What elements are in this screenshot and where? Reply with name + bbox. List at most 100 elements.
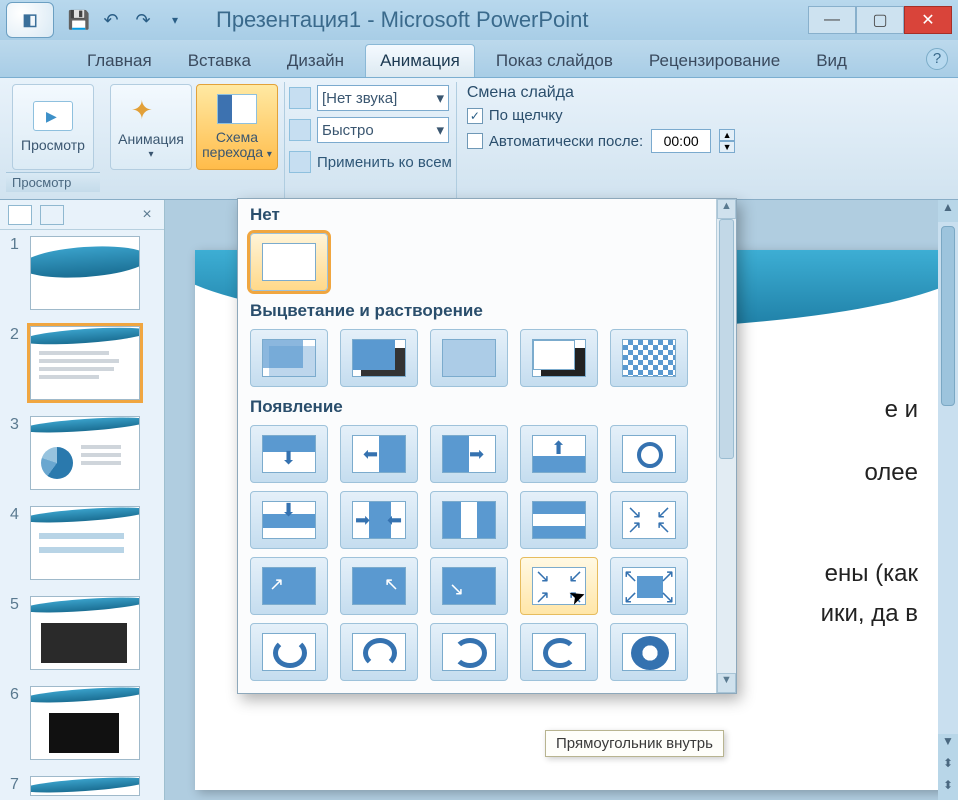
transition-item[interactable]: ⬇ <box>250 425 328 483</box>
thumb-number: 4 <box>10 506 22 524</box>
thumb-number: 7 <box>10 776 22 794</box>
workspace: × 1 2 3 4 5 6 <box>0 200 958 800</box>
tab-animation[interactable]: Анимация <box>365 44 475 77</box>
sound-combo[interactable]: [Нет звука] <box>317 85 449 111</box>
transition-item[interactable] <box>250 623 328 681</box>
slide-thumbnail[interactable] <box>30 326 140 400</box>
slide-thumbnail[interactable] <box>30 776 140 796</box>
transition-item[interactable]: ↘↙↗↖ <box>610 491 688 549</box>
qat-dropdown-icon[interactable]: ▾ <box>164 9 186 31</box>
transition-item[interactable]: ⬆ <box>520 425 598 483</box>
transition-item[interactable]: ↖↗↙↘ <box>610 557 688 615</box>
gallery-category: Выцветание и растворение <box>238 295 736 325</box>
undo-icon[interactable]: ↶ <box>100 9 122 31</box>
office-button[interactable]: ◧ <box>6 2 54 38</box>
transition-item[interactable]: ↘ <box>430 557 508 615</box>
transition-box-in[interactable]: ↘↙↗↖ ➤ <box>520 557 598 615</box>
transition-item[interactable] <box>520 329 598 387</box>
thumbnails: 1 2 3 4 5 6 <box>0 230 164 800</box>
tab-home[interactable]: Главная <box>72 44 167 77</box>
minimize-button[interactable]: — <box>808 6 856 34</box>
transition-item[interactable] <box>430 329 508 387</box>
tooltip: Прямоугольник внутрь <box>545 730 724 757</box>
transition-item[interactable] <box>610 623 688 681</box>
ribbon-tabs: Главная Вставка Дизайн Анимация Показ сл… <box>0 40 958 78</box>
time-spinner[interactable]: ▲▼ <box>719 129 735 153</box>
preview-group-label: Просмотр <box>6 172 100 192</box>
thumb-number: 6 <box>10 686 22 704</box>
slide-panel: × 1 2 3 4 5 6 <box>0 200 165 800</box>
slide-thumbnail[interactable] <box>30 686 140 760</box>
auto-after-checkbox[interactable]: Автоматически после: <box>467 133 643 150</box>
gallery-category: Появление <box>238 391 736 421</box>
transition-scheme-button[interactable]: Схемаперехода ▾ <box>196 84 278 170</box>
slides-tab-icon[interactable] <box>8 205 32 225</box>
transition-item[interactable]: ↗ <box>250 557 328 615</box>
transition-item[interactable]: ➡ <box>430 425 508 483</box>
transition-item[interactable]: ⬇ <box>250 491 328 549</box>
speed-combo[interactable]: Быстро <box>317 117 449 143</box>
checkbox-icon: ✓ <box>467 108 483 124</box>
slide-thumbnail[interactable] <box>30 596 140 670</box>
vertical-scrollbar[interactable]: ▲ ▼ ⬍ ⬍ <box>938 200 958 800</box>
transition-item[interactable] <box>430 623 508 681</box>
maximize-button[interactable]: ▢ <box>856 6 904 34</box>
animation-button[interactable]: ✦ Анимация ▾ <box>110 84 192 170</box>
apply-all-icon[interactable] <box>289 151 311 173</box>
transition-item[interactable] <box>520 491 598 549</box>
panel-close-icon[interactable]: × <box>138 206 156 224</box>
thumb-number: 1 <box>10 236 22 254</box>
transition-item[interactable] <box>610 329 688 387</box>
on-click-checkbox[interactable]: ✓ По щелчку <box>467 107 735 124</box>
transition-item[interactable] <box>340 329 418 387</box>
transition-item[interactable]: ↖ <box>340 557 418 615</box>
slide-thumbnail[interactable] <box>30 236 140 310</box>
help-icon[interactable]: ? <box>926 48 948 70</box>
preview-label: Просмотр <box>21 137 85 153</box>
transition-item[interactable] <box>520 623 598 681</box>
titlebar: ◧ 💾 ↶ ↷ ▾ Презентация1 - Microsoft Power… <box>0 0 958 40</box>
redo-icon[interactable]: ↷ <box>132 9 154 31</box>
window-controls: — ▢ ✕ <box>808 6 952 34</box>
preview-icon: ▶ <box>33 101 73 131</box>
thumb-number: 3 <box>10 416 22 434</box>
close-button[interactable]: ✕ <box>904 6 952 34</box>
thumb-number: 2 <box>10 326 22 344</box>
transition-icon <box>217 94 257 124</box>
animation-star-icon: ✦ <box>131 95 171 125</box>
transition-item[interactable]: ➡⬅ <box>340 491 418 549</box>
speed-icon[interactable] <box>289 119 311 141</box>
scheme-label: Схемаперехода ▾ <box>202 130 272 161</box>
time-field[interactable]: 00:00 <box>651 129 711 153</box>
apply-all-button[interactable]: Применить ко всем <box>317 154 452 171</box>
transition-none[interactable] <box>250 233 328 291</box>
tab-insert[interactable]: Вставка <box>173 44 266 77</box>
transition-item[interactable] <box>250 329 328 387</box>
save-icon[interactable]: 💾 <box>68 9 90 31</box>
tab-design[interactable]: Дизайн <box>272 44 359 77</box>
transition-options: [Нет звука] Быстро Применить ко всем <box>289 82 452 199</box>
window-title: Презентация1 - Microsoft PowerPoint <box>186 7 808 33</box>
transition-item[interactable]: ⬅ <box>340 425 418 483</box>
animation-label: Анимация <box>118 131 184 147</box>
sound-icon[interactable] <box>289 87 311 109</box>
transition-item[interactable] <box>340 623 418 681</box>
transition-item[interactable] <box>610 425 688 483</box>
gallery-category: Нет <box>238 199 736 229</box>
quick-access-toolbar: 💾 ↶ ↷ ▾ <box>68 9 186 31</box>
gallery-scrollbar[interactable]: ▲ ▼ <box>716 199 736 693</box>
checkbox-icon <box>467 133 483 149</box>
outline-tab-icon[interactable] <box>40 205 64 225</box>
slide-thumbnail[interactable] <box>30 416 140 490</box>
advance-header: Смена слайда <box>467 84 735 102</box>
advance-slide-group: Смена слайда ✓ По щелчку Автоматически п… <box>456 82 735 199</box>
chevron-down-icon: ▾ <box>148 149 153 160</box>
preview-button[interactable]: ▶ Просмотр <box>12 84 94 170</box>
tab-view[interactable]: Вид <box>801 44 862 77</box>
tab-review[interactable]: Рецензирование <box>634 44 795 77</box>
tab-slideshow[interactable]: Показ слайдов <box>481 44 628 77</box>
ribbon: ▶ Просмотр Просмотр ✦ Анимация ▾ Схемапе… <box>0 78 958 200</box>
slide-thumbnail[interactable] <box>30 506 140 580</box>
thumb-number: 5 <box>10 596 22 614</box>
transition-item[interactable] <box>430 491 508 549</box>
